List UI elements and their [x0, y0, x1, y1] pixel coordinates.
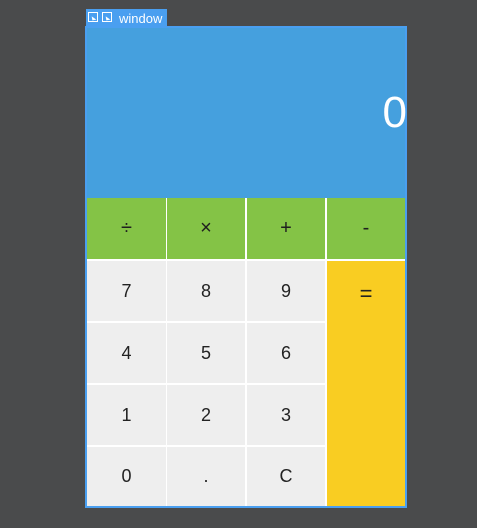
key-0[interactable]: 0 [87, 447, 166, 506]
key-8[interactable]: 8 [167, 261, 245, 321]
key-3[interactable]: 3 [247, 385, 325, 445]
key-4[interactable]: 4 [87, 323, 166, 383]
key-9[interactable]: 9 [247, 261, 325, 321]
decimal-button[interactable]: . [167, 447, 245, 506]
keypad: ÷ × + - 7 8 9 4 5 6 1 2 3 0 . C = [87, 198, 405, 506]
key-5[interactable]: 5 [167, 323, 245, 383]
key-1[interactable]: 1 [87, 385, 166, 445]
key-7[interactable]: 7 [87, 261, 166, 321]
display-panel: 0 [87, 28, 407, 198]
window-title: window [119, 10, 163, 26]
equals-button[interactable]: = [327, 261, 405, 506]
display-value: 0 [382, 88, 407, 137]
clear-button[interactable]: C [247, 447, 325, 506]
calculator-window: 0 ÷ × + - 7 8 9 4 5 6 1 2 3 0 . C = [85, 26, 407, 508]
divide-button[interactable]: ÷ [87, 198, 166, 259]
subtract-button[interactable]: - [327, 198, 405, 259]
add-button[interactable]: + [247, 198, 325, 259]
key-2[interactable]: 2 [167, 385, 245, 445]
window-move-icon[interactable] [102, 12, 114, 24]
key-6[interactable]: 6 [247, 323, 325, 383]
multiply-button[interactable]: × [167, 198, 245, 259]
window-title-tab[interactable]: window [86, 9, 167, 27]
window-select-icon[interactable] [88, 12, 100, 24]
